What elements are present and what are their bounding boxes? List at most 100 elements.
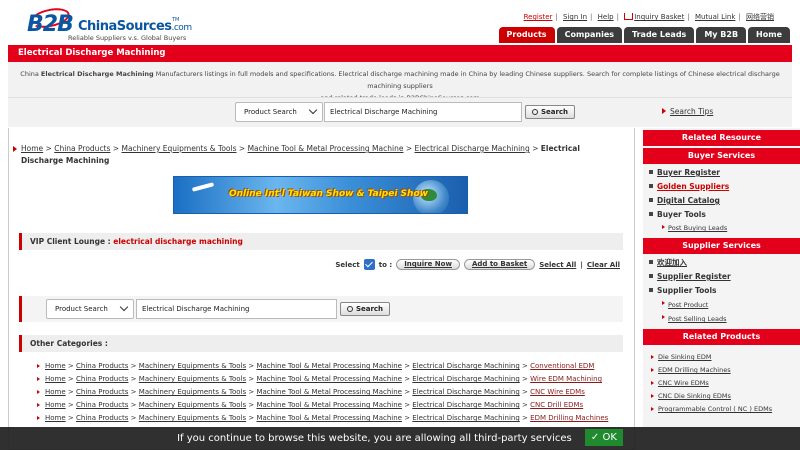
- category-machinery-link[interactable]: Machinery Equipments & Tools: [139, 388, 246, 396]
- sidebar: Related Resource Buyer Services Buyer Re…: [643, 128, 800, 450]
- category-cnc-drill-edm-link[interactable]: CNC Drill EDMs: [530, 401, 583, 409]
- category-edm-link[interactable]: Electrical Discharge Machining: [412, 375, 520, 383]
- category-home-link[interactable]: Home: [45, 362, 66, 370]
- tab-my-b2b[interactable]: My B2B: [696, 27, 747, 43]
- sign-in-link[interactable]: Sign In: [563, 13, 587, 21]
- breadcrumb-edm[interactable]: Electrical Discharge Machining: [415, 144, 530, 153]
- logo-tm: TM: [172, 17, 180, 23]
- select-checkbox[interactable]: [363, 259, 375, 270]
- inquiry-basket-link[interactable]: Inquiry Basket: [634, 13, 684, 21]
- register-link[interactable]: Register: [524, 13, 553, 21]
- search-type-select[interactable]: Product Search: [235, 102, 323, 122]
- promo-banner[interactable]: Online Int'l Taiwan Show & Taipei Show: [173, 176, 468, 214]
- search-input[interactable]: Electrical Discharge Machining: [324, 102, 522, 122]
- category-machine-tool-link[interactable]: Machine Tool & Metal Processing Machine: [256, 414, 402, 422]
- category-machine-tool-link[interactable]: Machine Tool & Metal Processing Machine: [256, 362, 402, 370]
- category-china-products-link[interactable]: China Products: [76, 375, 128, 383]
- sidebar-item-supplier-register[interactable]: Supplier Register: [643, 270, 800, 284]
- related-products-header: Related Products: [643, 329, 800, 345]
- cart-icon: [624, 13, 634, 20]
- sidebar-item-buyer-register[interactable]: Buyer Register: [643, 166, 800, 180]
- category-machinery-link[interactable]: Machinery Equipments & Tools: [139, 362, 246, 370]
- sidebar-item-post-selling-leads[interactable]: Post Selling Leads: [643, 312, 800, 326]
- category-cnc-wire-edm-link[interactable]: CNC Wire EDMs: [530, 388, 585, 396]
- header: B2B ChinaSources.com TM Reliable Supplie…: [0, 0, 800, 45]
- category-edm-link[interactable]: Electrical Discharge Machining: [412, 388, 520, 396]
- inquire-now-button[interactable]: Inquire Now: [396, 259, 460, 270]
- sidebar-item-golden-suppliers[interactable]: Golden Suppliers: [643, 180, 800, 194]
- breadcrumb-machinery[interactable]: Machinery Equipments & Tools: [121, 144, 236, 153]
- banner-text: Online Int'l Taiwan Show & Taipei Show: [229, 189, 428, 199]
- search-input-2[interactable]: Electrical Discharge Machining: [136, 299, 337, 319]
- category-machine-tool-link[interactable]: Machine Tool & Metal Processing Machine: [256, 401, 402, 409]
- category-china-products-link[interactable]: China Products: [76, 414, 128, 422]
- category-machine-tool-link[interactable]: Machine Tool & Metal Processing Machine: [256, 388, 402, 396]
- category-edm-link[interactable]: Electrical Discharge Machining: [412, 414, 520, 422]
- breadcrumb-machine-tool[interactable]: Machine Tool & Metal Processing Machine: [248, 144, 404, 153]
- breadcrumb-china-products[interactable]: China Products: [54, 144, 110, 153]
- category-home-link[interactable]: Home: [45, 401, 66, 409]
- category-edm-link[interactable]: Electrical Discharge Machining: [412, 362, 520, 370]
- category-china-products-link[interactable]: China Products: [76, 401, 128, 409]
- category-machinery-link[interactable]: Machinery Equipments & Tools: [139, 414, 246, 422]
- search-tips-link[interactable]: Search Tips: [662, 107, 713, 116]
- other-categories-header: Other Categories :: [19, 335, 623, 352]
- main-nav-tabs: Products Companies Trade Leads My B2B Ho…: [498, 27, 790, 43]
- search-icon: [346, 306, 353, 312]
- related-product-item[interactable]: Programmable Control ( NC ) EDMs: [643, 403, 800, 416]
- mutual-link[interactable]: Mutual Link: [695, 13, 735, 21]
- category-machinery-link[interactable]: Machinery Equipments & Tools: [139, 401, 246, 409]
- help-link[interactable]: Help: [598, 13, 614, 21]
- category-home-link[interactable]: Home: [45, 388, 66, 396]
- select-actions: Select to : Inquire Now Add to Basket Se…: [335, 259, 620, 270]
- intro-text: China Electrical Discharge Machining Man…: [8, 62, 792, 102]
- select-all-link[interactable]: Select All: [539, 261, 576, 269]
- clear-all-link[interactable]: Clear All: [587, 261, 620, 269]
- sidebar-item-buyer-tools: Buyer Tools: [643, 208, 800, 222]
- cookie-ok-button[interactable]: ✓ OK: [584, 429, 623, 446]
- related-product-item[interactable]: EDM Drilling Machines: [643, 364, 800, 377]
- sidebar-item-join[interactable]: 欢迎加入: [643, 256, 800, 270]
- buyer-services-header: Buyer Services: [643, 148, 800, 164]
- category-wire-edm-link[interactable]: Wire EDM Machining: [530, 375, 602, 383]
- top-search-bar: Product Search Electrical Discharge Mach…: [8, 97, 792, 127]
- sidebar-item-post-buying-leads[interactable]: Post Buying Leads: [643, 222, 800, 234]
- site-logo[interactable]: B2B ChinaSources.com TM Reliable Supplie…: [24, 5, 192, 43]
- category-row: Home > China Products > Machinery Equipm…: [37, 399, 625, 412]
- category-row: Home > China Products > Machinery Equipm…: [37, 386, 625, 399]
- breadcrumb-home[interactable]: Home: [21, 144, 43, 153]
- category-machine-tool-link[interactable]: Machine Tool & Metal Processing Machine: [256, 375, 402, 383]
- tab-products[interactable]: Products: [498, 27, 555, 43]
- category-home-link[interactable]: Home: [45, 414, 66, 422]
- category-list: Home > China Products > Machinery Equipm…: [37, 360, 625, 425]
- category-china-products-link[interactable]: China Products: [76, 362, 128, 370]
- network-marketing-link[interactable]: 网络营销: [746, 13, 774, 21]
- category-machinery-link[interactable]: Machinery Equipments & Tools: [139, 375, 246, 383]
- category-edm-drilling-link[interactable]: EDM Drilling Machines: [530, 414, 608, 422]
- category-home-link[interactable]: Home: [45, 375, 66, 383]
- cookie-banner: If you continue to browse this website, …: [0, 427, 800, 450]
- main-content: Home > China Products > Machinery Equipm…: [8, 128, 635, 450]
- to-label: to :: [378, 260, 393, 269]
- sidebar-item-post-product[interactable]: Post Product: [643, 298, 800, 312]
- category-conventional-edm-link[interactable]: Conventional EDM: [530, 362, 594, 370]
- tab-companies[interactable]: Companies: [556, 27, 623, 43]
- category-china-products-link[interactable]: China Products: [76, 388, 128, 396]
- vip-keyword[interactable]: electrical discharge machining: [113, 237, 243, 246]
- category-row: Home > China Products > Machinery Equipm…: [37, 373, 625, 386]
- search-button[interactable]: Search: [525, 105, 575, 119]
- add-to-basket-button[interactable]: Add to Basket: [463, 259, 536, 270]
- category-edm-link[interactable]: Electrical Discharge Machining: [412, 401, 520, 409]
- search-button-2[interactable]: Search: [340, 302, 390, 316]
- category-row: Home > China Products > Machinery Equipm…: [37, 412, 625, 425]
- tab-trade-leads[interactable]: Trade Leads: [624, 27, 695, 43]
- related-product-item[interactable]: Die Sinking EDM: [643, 351, 800, 364]
- related-product-item[interactable]: CNC Die Sinking EDMs: [643, 390, 800, 403]
- search-type-select-2[interactable]: Product Search: [46, 299, 134, 319]
- vip-lounge-header: VIP Client Lounge : electrical discharge…: [19, 233, 623, 250]
- page: B2B ChinaSources.com TM Reliable Supplie…: [0, 0, 800, 450]
- related-product-item[interactable]: CNC Wire EDMs: [643, 377, 800, 390]
- sidebar-item-digital-catalog[interactable]: Digital Catalog: [643, 194, 800, 208]
- tab-home[interactable]: Home: [748, 27, 790, 43]
- secondary-search-bar: Product Search Electrical Discharge Mach…: [19, 296, 623, 322]
